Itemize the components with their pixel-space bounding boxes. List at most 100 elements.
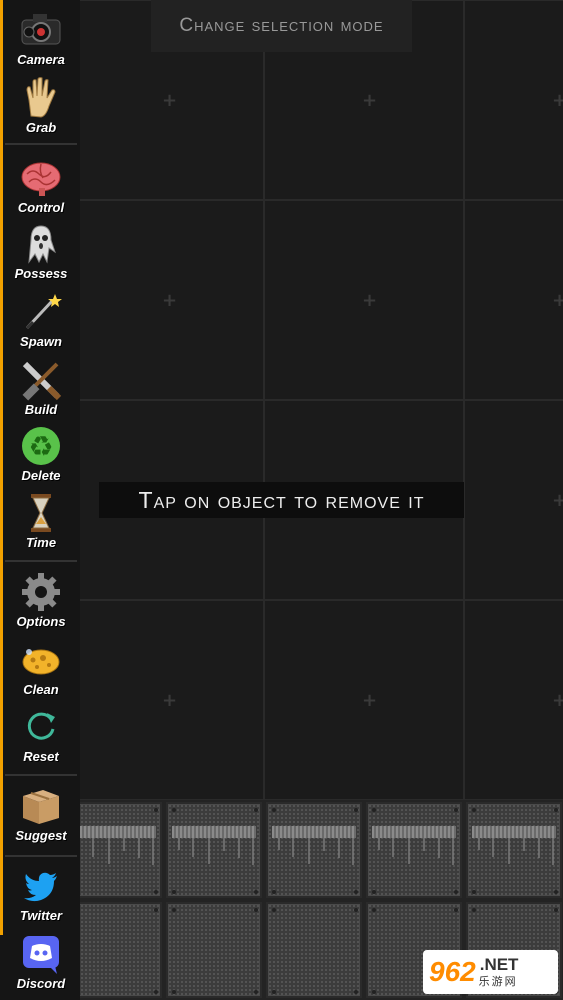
floor-tile (166, 802, 262, 898)
tool-camera[interactable]: Camera (4, 8, 78, 68)
floor-rivet (172, 908, 176, 912)
sidebar-divider (5, 774, 77, 776)
tool-label: Delete (21, 468, 61, 483)
floor-stain (478, 838, 480, 850)
tool-grab[interactable]: Grab (4, 76, 78, 136)
sidebar-divider (5, 855, 77, 857)
floor-stain (108, 838, 110, 864)
floor-stain (208, 838, 210, 864)
tool-label: Camera (17, 52, 65, 67)
floor-stain (238, 838, 240, 858)
tool-possess[interactable]: Possess (4, 222, 78, 282)
floor-stain (408, 838, 410, 864)
grid-cross-marker: + (552, 290, 563, 311)
floor-rivet (272, 808, 276, 812)
hand-icon (19, 76, 63, 120)
box-icon (19, 784, 63, 828)
watermark-logo: 962 .NET 乐游网 (423, 950, 558, 994)
tool-label: Twitter (19, 908, 63, 923)
floor-rivet (454, 890, 458, 894)
camera-icon (19, 8, 63, 52)
floor-vent (72, 826, 156, 838)
floor-stain (352, 838, 354, 865)
floor-stain (492, 838, 494, 857)
watermark-suffix: .NET (479, 954, 519, 974)
floor-rivet (154, 908, 158, 912)
floor-rivet (554, 908, 558, 912)
twitter-icon (19, 864, 63, 908)
floor-stain (552, 838, 554, 865)
floor-stain (92, 838, 94, 857)
floor-stain (378, 838, 380, 850)
floor-stain (178, 838, 180, 850)
floor-rivet (554, 808, 558, 812)
watermark-number: 962 (429, 956, 476, 987)
tool-time[interactable]: Time (4, 491, 78, 551)
grid-cross-marker: + (162, 290, 178, 311)
floor-tile (166, 902, 262, 998)
reset-icon (19, 705, 63, 749)
floor-rivet (272, 890, 276, 894)
floor-rivet (472, 908, 476, 912)
ghost-icon (19, 222, 63, 266)
floor-rivet (154, 890, 158, 894)
tool-clean[interactable]: Clean (4, 638, 78, 698)
floor-stain (278, 838, 280, 850)
sidebar-accent-bar (0, 0, 3, 935)
floor-vent (272, 826, 356, 838)
floor-tile (366, 802, 462, 898)
floor-stain (508, 838, 510, 864)
tool-discord[interactable]: Discord (4, 932, 78, 992)
discord-icon (19, 932, 63, 976)
floor-stain (252, 838, 254, 865)
tool-label: Options (16, 614, 66, 629)
floor-vent (172, 826, 256, 838)
floor-tile (266, 802, 362, 898)
tool-label: Discord (16, 976, 66, 991)
floor-rivet (254, 890, 258, 894)
floor-stain (392, 838, 394, 857)
floor-rivet (272, 908, 276, 912)
tool-options[interactable]: Options (4, 570, 78, 630)
floor-vent (372, 826, 456, 838)
floor-rivet (172, 990, 176, 994)
floor-rivet (554, 890, 558, 894)
floor-rivet (272, 990, 276, 994)
tool-label: Spawn (20, 334, 62, 349)
tool-reset[interactable]: Reset (4, 705, 78, 765)
floor-stain (292, 838, 294, 857)
tool-twitter[interactable]: Twitter (4, 864, 78, 924)
tool-spawn[interactable]: Spawn (4, 290, 78, 350)
tool-sidebar: Camera Grab Control Possess Spawn Build (0, 0, 80, 1000)
tool-label: Possess (14, 266, 68, 281)
tool-delete[interactable]: ♻ Delete (4, 424, 78, 484)
tool-label: Control (17, 200, 65, 215)
sponge-icon (19, 638, 63, 682)
floor-rivet (454, 808, 458, 812)
floor-rivet (254, 908, 258, 912)
tool-build[interactable]: Build (4, 358, 78, 418)
floor-stain (523, 838, 525, 851)
floor-rivet (154, 990, 158, 994)
floor-tile (66, 902, 162, 998)
change-selection-mode-button[interactable]: Change selection mode (151, 0, 412, 52)
tool-label: Grab (25, 120, 57, 135)
floor-tile (266, 902, 362, 998)
floor-stain (452, 838, 454, 865)
recycle-icon: ♻ (19, 424, 63, 468)
play-area-grid[interactable]: + + + + + + + + + + (64, 0, 563, 800)
floor-stain (423, 838, 425, 851)
floor-stain (438, 838, 440, 858)
floor-rivet (354, 908, 358, 912)
floor-stain (538, 838, 540, 858)
top-banner-label: Change selection mode (179, 15, 384, 36)
floor-stain (192, 838, 194, 857)
tool-control[interactable]: Control (4, 156, 78, 216)
gear-icon (19, 570, 63, 614)
tool-label: Reset (23, 749, 59, 764)
tool-suggest[interactable]: Suggest (4, 784, 78, 844)
floor-rivet (354, 808, 358, 812)
floor-stain (152, 838, 154, 865)
floor-rivet (372, 990, 376, 994)
floor-rivet (472, 890, 476, 894)
